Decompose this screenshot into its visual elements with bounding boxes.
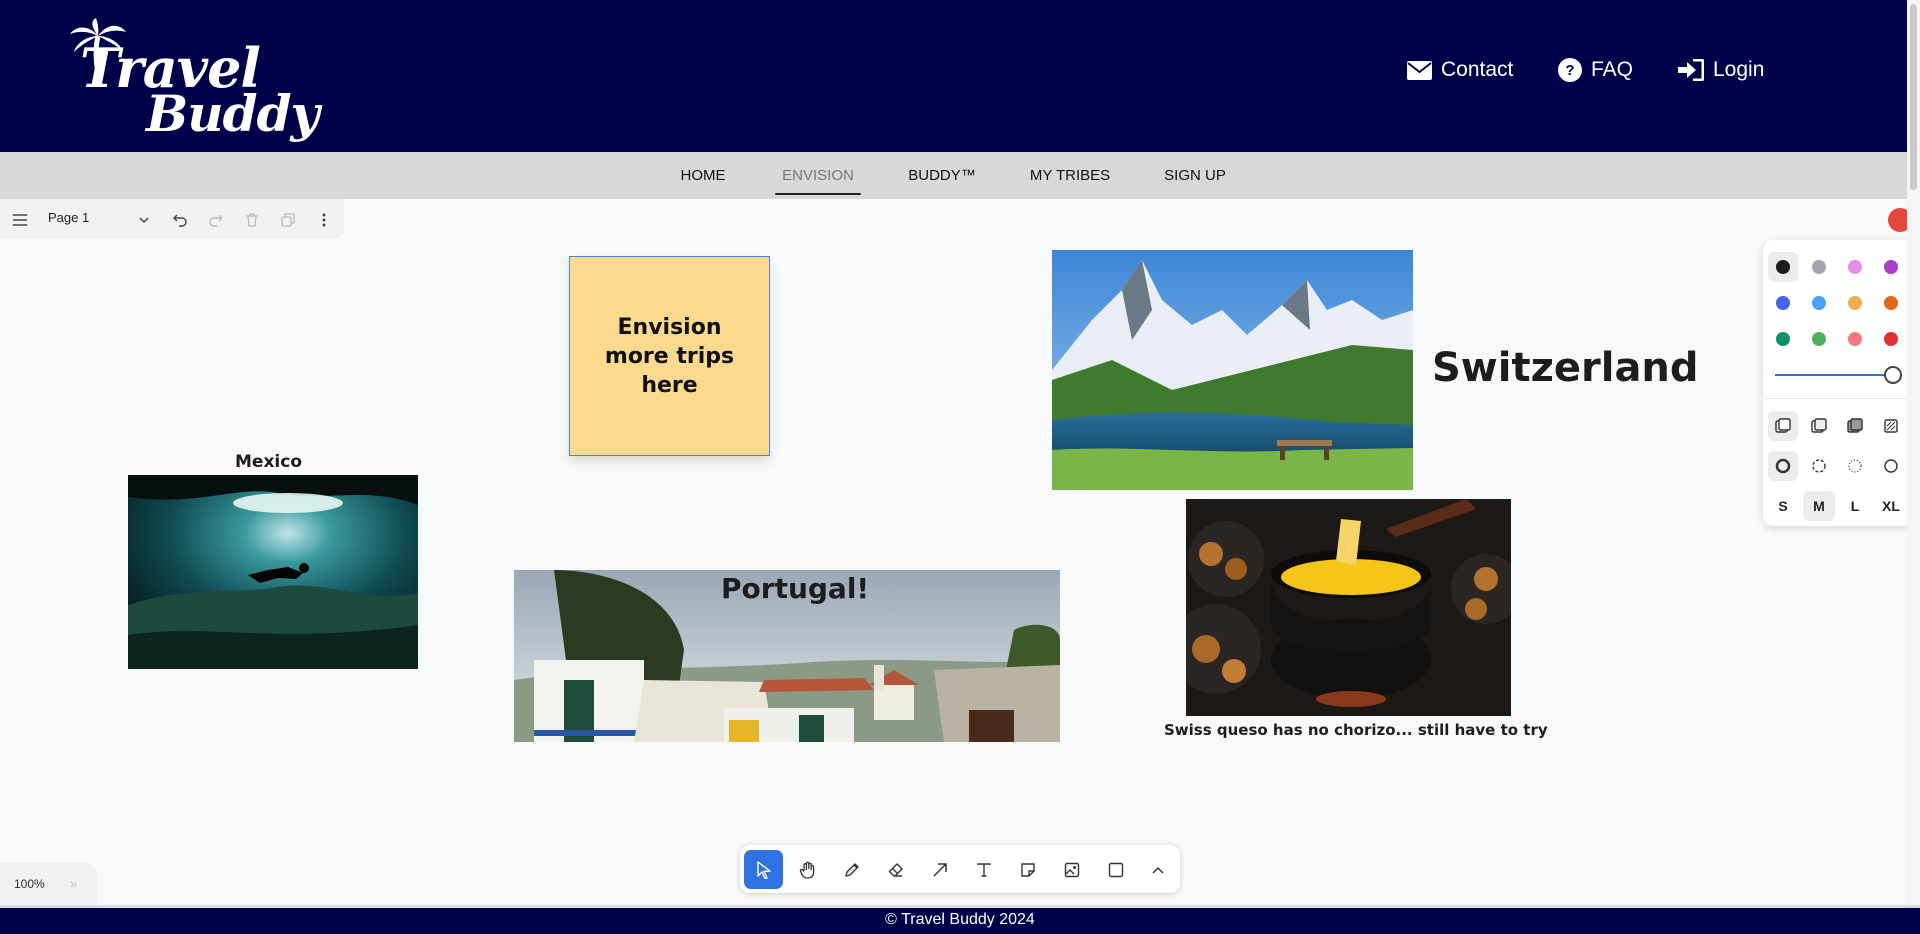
select-tool-icon[interactable] (744, 850, 783, 889)
dash-solid-icon[interactable] (1876, 451, 1906, 481)
color-swatch[interactable] (1848, 260, 1862, 274)
active-nav-indicator (775, 193, 861, 195)
contact-label: Contact (1441, 58, 1514, 81)
duplicate-icon[interactable] (279, 211, 297, 229)
nav-sign-up[interactable]: SIGN UP (1158, 152, 1232, 199)
chevron-up-icon[interactable] (1138, 850, 1177, 889)
page-scrollbar[interactable] (1907, 0, 1920, 905)
redo-icon[interactable] (207, 211, 225, 229)
main-menu-icon[interactable] (11, 211, 29, 229)
note-tool-icon[interactable] (1008, 850, 1047, 889)
nav-buddy[interactable]: BUDDY™ (900, 152, 984, 199)
text-tool-icon[interactable] (964, 850, 1003, 889)
image-tool-icon[interactable] (1052, 850, 1091, 889)
site-footer: © Travel Buddy 2024 (0, 905, 1920, 934)
faq-link[interactable]: ? FAQ (1558, 58, 1633, 82)
color-swatch[interactable] (1848, 332, 1862, 346)
size-xl-button[interactable]: XL (1875, 491, 1907, 521)
switzerland-label[interactable]: Switzerland (1432, 345, 1699, 391)
sticky-note[interactable]: Envision more trips here (569, 256, 770, 456)
undo-icon[interactable] (171, 211, 189, 229)
portugal-label[interactable]: Portugal! (721, 572, 869, 605)
logo-line-2: Buddy (146, 84, 320, 143)
color-swatch[interactable] (1812, 260, 1826, 274)
whiteboard-canvas[interactable]: Page 1 Envision more trips here Mexico S… (0, 199, 1907, 905)
hand-tool-icon[interactable] (788, 850, 827, 889)
fill-none-icon[interactable] (1768, 411, 1798, 441)
dash-draw-icon[interactable] (1768, 451, 1798, 481)
switzerland-alps-photo[interactable] (1052, 250, 1413, 490)
panel-divider (1763, 398, 1907, 399)
copyright-text: © Travel Buddy 2024 (885, 911, 1035, 928)
color-swatch[interactable] (1812, 296, 1826, 310)
color-swatch[interactable] (1776, 332, 1790, 346)
nav-my-tribes[interactable]: MY TRIBES (1024, 152, 1116, 199)
color-swatch[interactable] (1884, 332, 1898, 346)
more-vertical-icon[interactable] (315, 211, 333, 229)
opacity-slider-knob[interactable] (1884, 366, 1902, 384)
pencil-tool-icon[interactable] (832, 850, 871, 889)
color-swatch[interactable] (1776, 260, 1790, 274)
color-swatch[interactable] (1848, 296, 1862, 310)
login-link[interactable]: Login (1678, 58, 1764, 82)
trash-icon[interactable] (243, 211, 261, 229)
svg-text:?: ? (1565, 62, 1574, 79)
sticky-note-text: Envision more trips here (604, 314, 735, 398)
login-label: Login (1713, 58, 1765, 81)
user-presence-avatar[interactable] (1888, 208, 1907, 232)
mexico-cenote-photo[interactable] (128, 475, 418, 669)
question-circle-icon: ? (1558, 58, 1582, 82)
color-swatch[interactable] (1884, 296, 1898, 310)
size-l-button[interactable]: L (1839, 491, 1871, 521)
scrollbar-thumb[interactable] (1910, 4, 1917, 190)
color-swatch[interactable] (1884, 260, 1898, 274)
dash-dashed-icon[interactable] (1804, 451, 1834, 481)
mexico-label[interactable]: Mexico (235, 452, 302, 472)
main-nav: HOME ENVISION BUDDY™ MY TRIBES SIGN UP (0, 152, 1907, 199)
arrow-tool-icon[interactable] (920, 850, 959, 889)
zoom-level[interactable]: 100% (14, 877, 45, 891)
nav-home[interactable]: HOME (670, 152, 736, 199)
contact-link[interactable]: Contact (1407, 58, 1513, 82)
fondue-photo[interactable] (1186, 499, 1511, 716)
page-menu-bar: Page 1 (0, 199, 344, 239)
opacity-slider-track[interactable] (1775, 374, 1890, 376)
zoom-bar: 100% » (0, 863, 97, 905)
envelope-icon (1407, 60, 1432, 80)
rectangle-tool-icon[interactable] (1096, 850, 1135, 889)
size-s-button[interactable]: S (1767, 491, 1799, 521)
fill-semi-icon[interactable] (1804, 411, 1834, 441)
sign-in-icon (1678, 59, 1704, 81)
style-panel: S M L XL (1763, 240, 1907, 526)
tool-toolbar (740, 845, 1180, 893)
eraser-tool-icon[interactable] (876, 850, 915, 889)
fondue-caption[interactable]: Swiss queso has no chorizo... still have… (1164, 721, 1548, 739)
fill-solid-icon[interactable] (1840, 411, 1870, 441)
color-swatch[interactable] (1812, 332, 1826, 346)
page-name[interactable]: Page 1 (48, 210, 89, 225)
chevron-down-icon[interactable] (135, 211, 153, 229)
faq-label: FAQ (1591, 58, 1634, 81)
size-m-button[interactable]: M (1803, 491, 1835, 521)
dash-dotted-icon[interactable] (1840, 451, 1870, 481)
nav-envision[interactable]: ENVISION (775, 152, 861, 199)
site-header: Travel Buddy Contact ? FAQ Login (0, 0, 1907, 152)
travel-buddy-logo[interactable]: Travel Buddy (68, 18, 320, 143)
color-swatch[interactable] (1776, 296, 1790, 310)
chevrons-right-icon[interactable]: » (70, 876, 77, 891)
fill-pattern-icon[interactable] (1876, 411, 1906, 441)
